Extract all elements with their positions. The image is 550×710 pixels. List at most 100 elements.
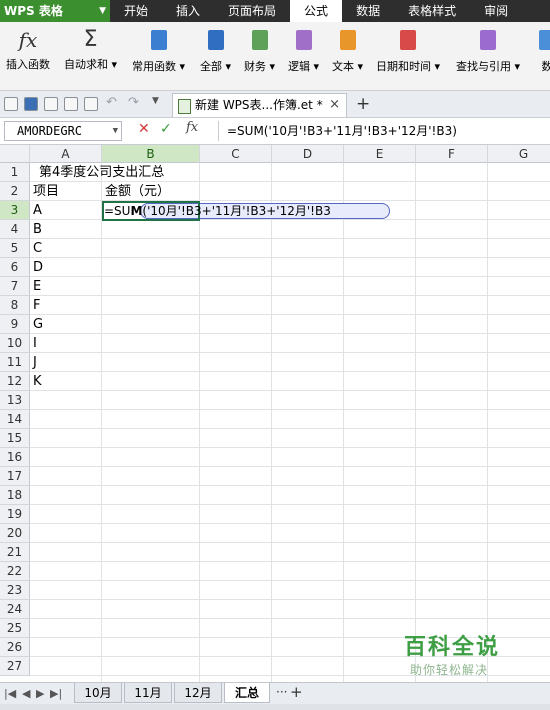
logic-functions-button[interactable]: 逻辑 ▾ (288, 28, 319, 74)
cell-a2[interactable]: 项目 (30, 182, 59, 201)
cell-a11[interactable]: J (30, 353, 37, 372)
menu-tab-insert[interactable]: 插入 (162, 0, 214, 22)
autosum-button[interactable]: Σ 自动求和 ▾ (64, 28, 117, 72)
menu-tab-review[interactable]: 审阅 (470, 0, 522, 22)
insert-function-fx-button[interactable]: fx (186, 120, 198, 135)
row-header[interactable]: 3 (0, 201, 30, 220)
row-header[interactable]: 24 (0, 600, 30, 619)
row-header[interactable]: 14 (0, 410, 30, 429)
sheet-tab-oct[interactable]: 10月 (74, 683, 122, 703)
row-header[interactable]: 12 (0, 372, 30, 391)
cell-a1[interactable]: 第4季度公司支出汇总 (36, 163, 164, 182)
add-sheet-button[interactable]: + (290, 683, 303, 701)
text-functions-button[interactable]: 文本 ▾ (332, 28, 363, 74)
cell-b2[interactable]: 金额（元） (102, 182, 170, 201)
cell-a7[interactable]: E (30, 277, 41, 296)
insert-function-button[interactable]: fx 插入函数 (6, 28, 50, 72)
row-gridline (30, 466, 550, 467)
open-icon[interactable] (4, 97, 18, 111)
column-header-d[interactable]: D (272, 145, 344, 163)
row-header[interactable]: 21 (0, 543, 30, 562)
cell-a9[interactable]: G (30, 315, 43, 334)
all-functions-button[interactable]: 全部 ▾ (200, 28, 231, 74)
row-header[interactable]: 20 (0, 524, 30, 543)
column-header-b[interactable]: B (102, 145, 200, 163)
row-header[interactable]: 18 (0, 486, 30, 505)
menu-tab-table-style[interactable]: 表格样式 (394, 0, 470, 22)
column-header-g[interactable]: G (488, 145, 550, 163)
column-header-c[interactable]: C (200, 145, 272, 163)
cell-a3[interactable]: A (30, 201, 42, 220)
row-header[interactable]: 17 (0, 467, 30, 486)
column-header-e[interactable]: E (344, 145, 416, 163)
row-gridline (30, 428, 550, 429)
row-header[interactable]: 6 (0, 258, 30, 277)
cell-a12[interactable]: K (30, 372, 42, 391)
row-header[interactable]: 10 (0, 334, 30, 353)
row-header[interactable]: 7 (0, 277, 30, 296)
close-tab-button[interactable]: × (329, 94, 340, 116)
next-sheet-icon[interactable]: ▶ (36, 687, 44, 700)
menu-tab-page-layout[interactable]: 页面布局 (214, 0, 290, 22)
undo-icon[interactable]: ↶ (106, 95, 117, 110)
new-tab-button[interactable]: + (356, 94, 370, 114)
row-header[interactable]: 22 (0, 562, 30, 581)
row-header[interactable]: 2 (0, 182, 30, 201)
cell-a5[interactable]: C (30, 239, 42, 258)
first-sheet-icon[interactable]: |◀ (4, 687, 16, 700)
spreadsheet-grid[interactable]: A B C D E F G 1 2 3 4 5 6 7 8 9 10 11 12 13 14 15 16 17 1… (0, 145, 550, 682)
row-header[interactable]: 1 (0, 163, 30, 182)
menu-tab-data[interactable]: 数据 (342, 0, 394, 22)
row-header[interactable]: 16 (0, 448, 30, 467)
row-gridline (30, 580, 550, 581)
document-tab[interactable]: 新建 WPS表...作簿.et * × (172, 93, 347, 117)
lookup-functions-button[interactable]: 查找与引用 ▾ (456, 28, 520, 74)
row-gridline (30, 295, 550, 296)
row-header[interactable]: 4 (0, 220, 30, 239)
row-header[interactable]: 25 (0, 619, 30, 638)
print-icon[interactable] (44, 97, 58, 111)
more-sheets-button[interactable]: ··· (276, 685, 287, 699)
cell-a8[interactable]: F (30, 296, 40, 315)
row-header[interactable]: 23 (0, 581, 30, 600)
chevron-down-icon[interactable]: ▼ (113, 122, 118, 140)
row-header[interactable]: 19 (0, 505, 30, 524)
app-menu-button[interactable]: WPS 表格 ▼ (0, 0, 110, 22)
select-all-corner[interactable] (0, 145, 30, 163)
column-header-a[interactable]: A (30, 145, 102, 163)
sheet-tab-dec[interactable]: 12月 (174, 683, 222, 703)
export-pdf-icon[interactable] (64, 97, 78, 111)
redo-icon[interactable]: ↷ (128, 95, 139, 110)
row-header[interactable]: 11 (0, 353, 30, 372)
save-icon[interactable] (24, 97, 38, 111)
cell-a10[interactable]: I (30, 334, 37, 353)
sheet-tab-summary[interactable]: 汇总 (224, 683, 270, 703)
prev-sheet-icon[interactable]: ◀ (22, 687, 30, 700)
menu-tab-formulas[interactable]: 公式 (290, 0, 343, 22)
column-header-f[interactable]: F (416, 145, 488, 163)
sigma-icon: Σ (83, 27, 98, 52)
last-sheet-icon[interactable]: ▶| (50, 687, 62, 700)
name-box[interactable]: AMORDEGRC ▼ (4, 121, 122, 141)
row-header[interactable]: 13 (0, 391, 30, 410)
sheet-tab-nov[interactable]: 11月 (124, 683, 172, 703)
cancel-icon[interactable]: ✕ (138, 121, 150, 137)
cell-a6[interactable]: D (30, 258, 43, 277)
finance-functions-button[interactable]: 财务 ▾ (244, 28, 275, 74)
row-header[interactable]: 15 (0, 429, 30, 448)
row-header[interactable]: 26 (0, 638, 30, 657)
formula-input[interactable]: =SUM('10月'!B3+'11月'!B3+'12月'!B3) (218, 121, 550, 141)
check-icon[interactable]: ✓ (160, 121, 172, 137)
quick-access-dropdown-icon[interactable]: ▼ (152, 96, 159, 106)
row-header[interactable]: 9 (0, 315, 30, 334)
menu-tab-home[interactable]: 开始 (110, 0, 162, 22)
row-header[interactable]: 27 (0, 657, 30, 676)
print-preview-icon[interactable] (84, 97, 98, 111)
row-header[interactable]: 8 (0, 296, 30, 315)
date-time-functions-button[interactable]: 日期和时间 ▾ (376, 28, 440, 74)
math-functions-button[interactable]: 数 (536, 28, 550, 74)
row-header[interactable]: 5 (0, 239, 30, 258)
common-functions-button[interactable]: 常用函数 ▾ (132, 28, 185, 74)
cell-a4[interactable]: B (30, 220, 42, 239)
cell-b3-editor[interactable]: =SUM('10月'!B3+'11月'!B3+'12月'!B3 (104, 203, 331, 219)
